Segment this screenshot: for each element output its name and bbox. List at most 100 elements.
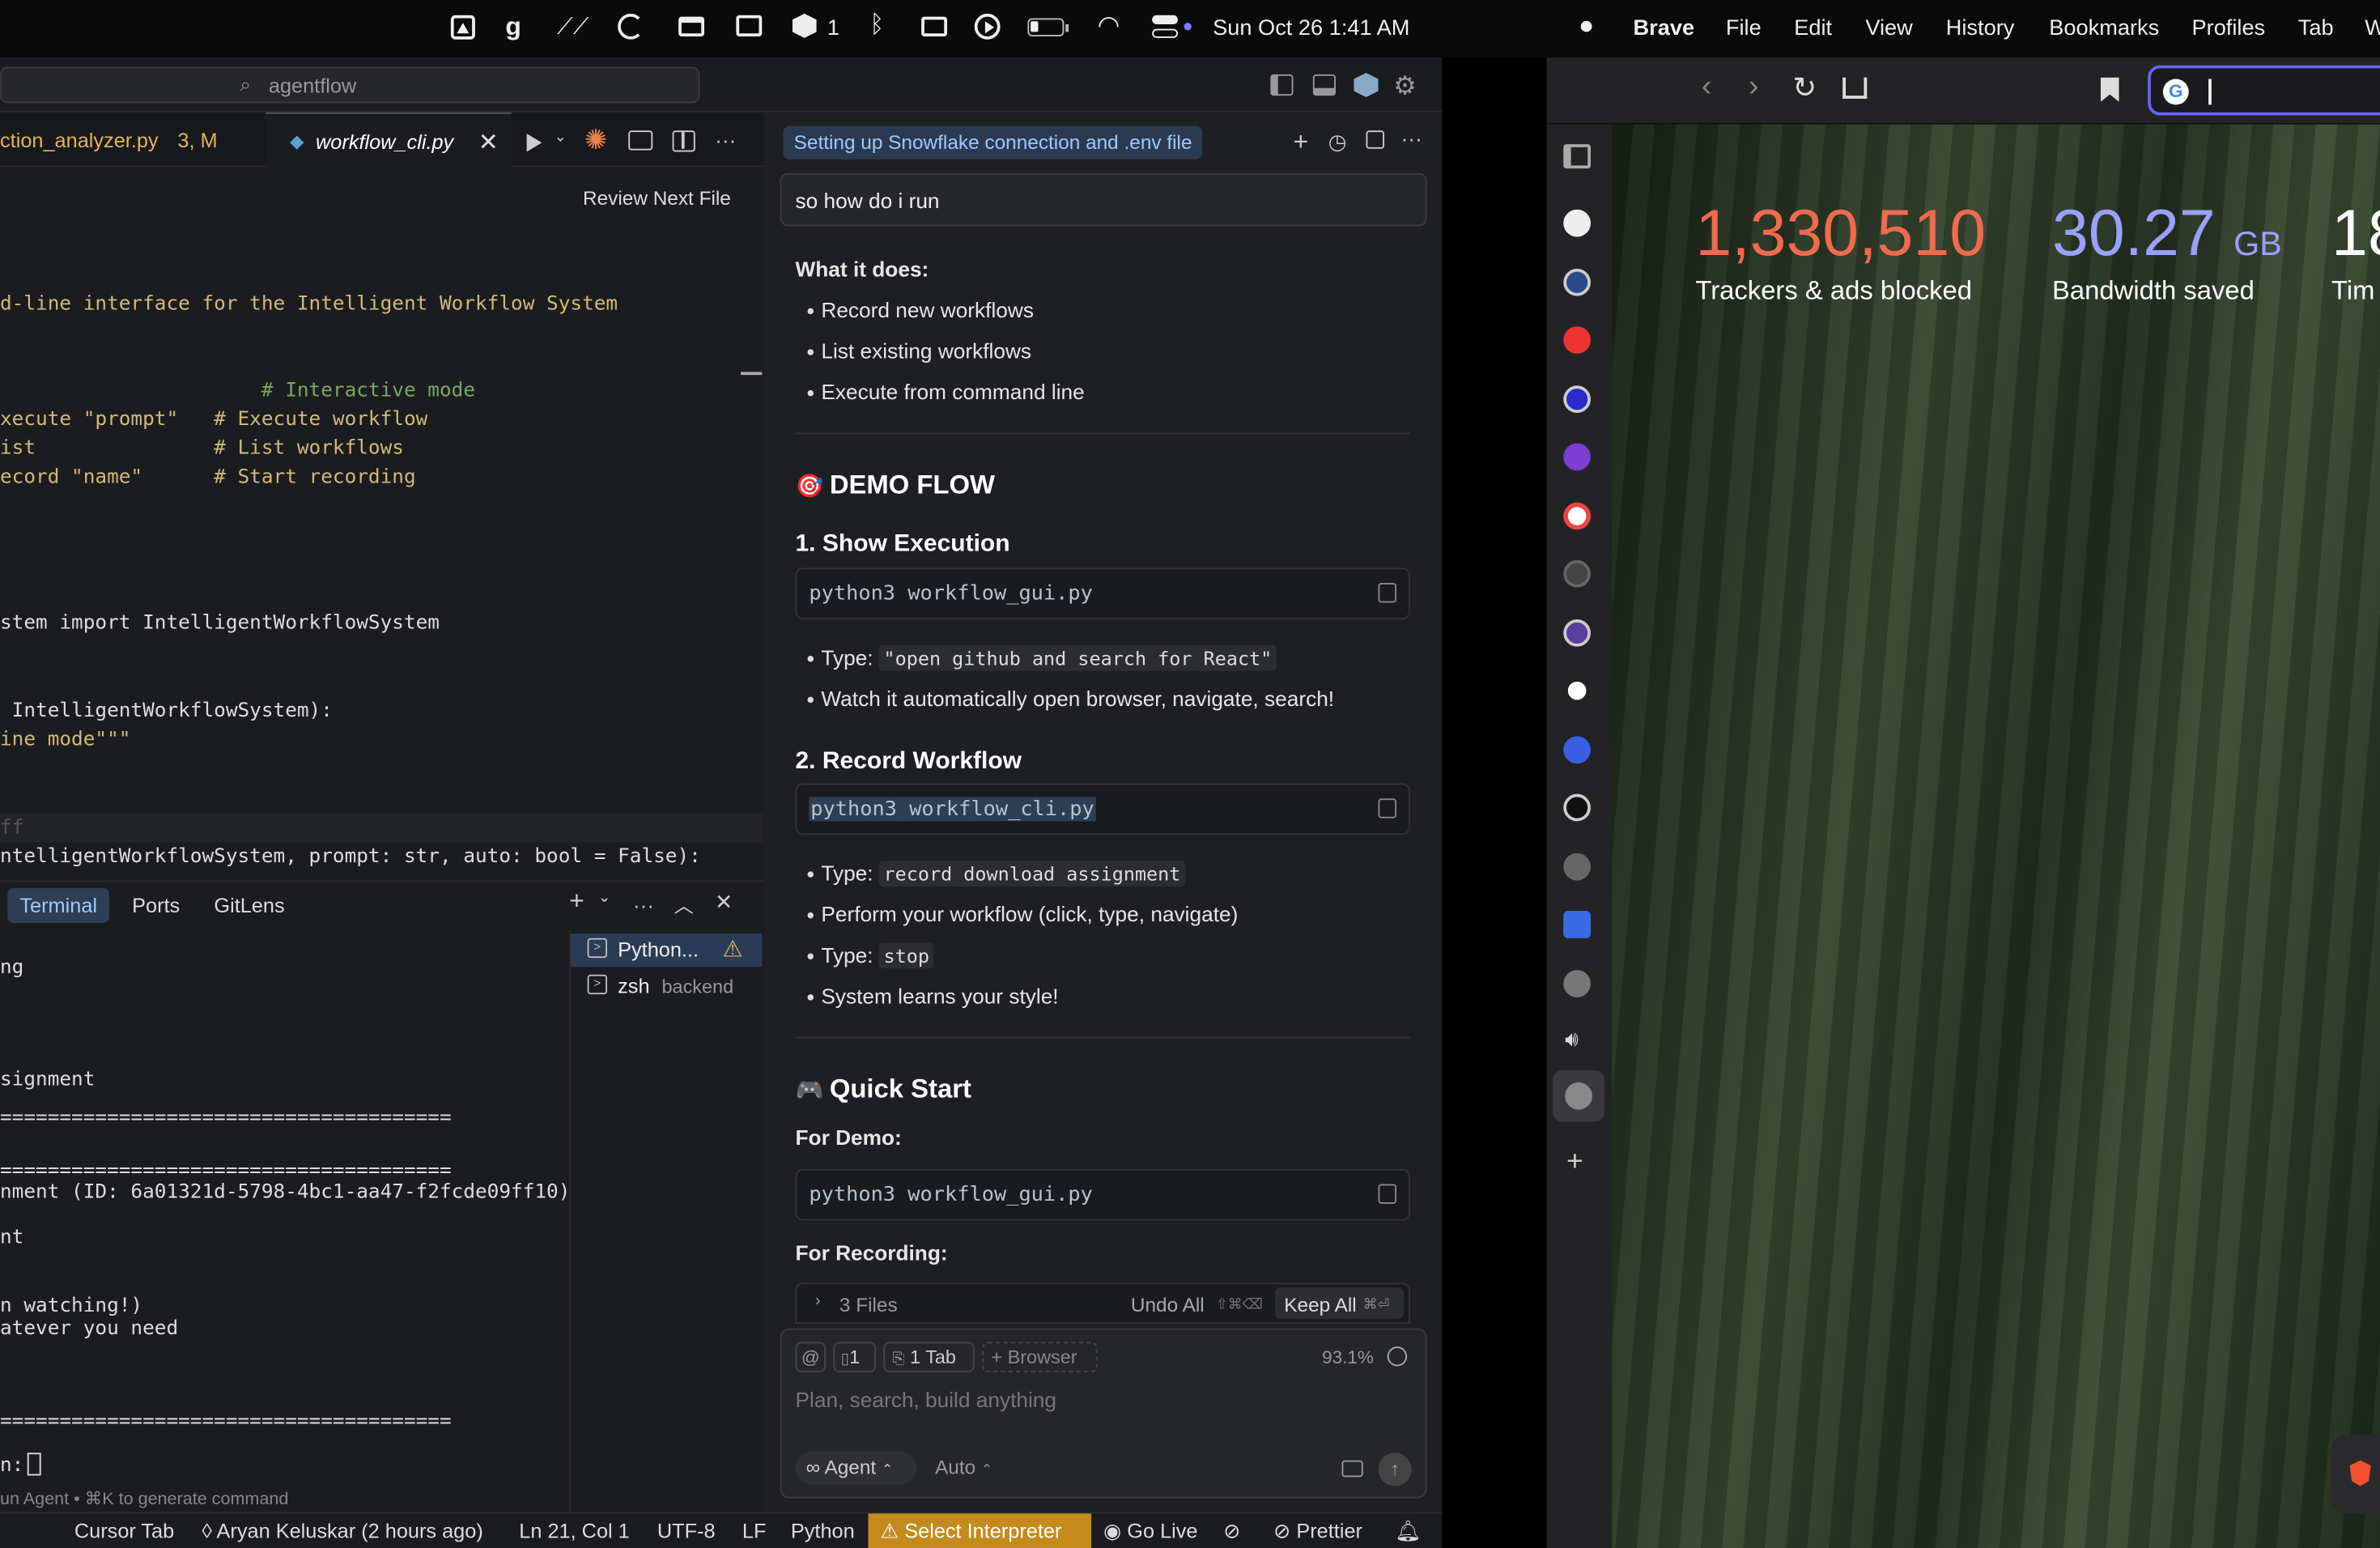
toggle-sidebar-icon[interactable] bbox=[1270, 74, 1294, 96]
send-button[interactable]: ↑ bbox=[1378, 1452, 1412, 1486]
sidebar-item-globe-icon[interactable] bbox=[1563, 853, 1591, 881]
copy-icon[interactable] bbox=[1378, 798, 1396, 819]
run-icon[interactable] bbox=[526, 134, 542, 152]
battery-icon[interactable] bbox=[1027, 18, 1069, 36]
run-dropdown-icon[interactable]: ⌄ bbox=[554, 129, 567, 146]
menu-profiles[interactable]: Profiles bbox=[2192, 17, 2266, 41]
menubar-clock[interactable]: Sun Oct 26 1:41 AM bbox=[1213, 17, 1409, 41]
copy-icon[interactable] bbox=[1378, 583, 1396, 603]
window-icon[interactable] bbox=[678, 16, 704, 36]
eye-slash-icon[interactable]: ⊘ bbox=[1223, 1520, 1240, 1544]
home-icon[interactable] bbox=[1842, 77, 1868, 99]
copy-icon[interactable] bbox=[1378, 1184, 1396, 1204]
code-block[interactable]: python3 workflow_gui.py bbox=[795, 1168, 1410, 1221]
settings-gear-icon[interactable]: ⚙ bbox=[1393, 71, 1417, 102]
sidebar-item-tools-icon[interactable] bbox=[1563, 911, 1591, 938]
status-cursor-tab[interactable]: Cursor Tab bbox=[74, 1520, 174, 1542]
status-position[interactable]: Ln 21, Col 1 bbox=[519, 1520, 630, 1542]
copy-chat-icon[interactable] bbox=[1366, 130, 1384, 149]
history-icon[interactable]: ◷ bbox=[1328, 129, 1347, 155]
sidebar-item-speaker-icon[interactable]: 🔊︎ bbox=[1565, 1027, 1579, 1053]
mode-selector[interactable]: ∞ Agent ⌃ bbox=[795, 1451, 917, 1485]
code-block[interactable]: python3 workflow_gui.py bbox=[795, 568, 1410, 619]
split-editor-icon[interactable] bbox=[672, 130, 695, 152]
menu-bookmarks[interactable]: Bookmarks bbox=[2049, 17, 2159, 41]
print-icon[interactable] bbox=[628, 130, 653, 151]
tab-workflow-cli[interactable]: ◆ workflow_cli.py ✕ bbox=[266, 112, 512, 168]
toggle-panel-icon[interactable] bbox=[1312, 74, 1336, 96]
code-editor[interactable]: d-line interface for the Intelligent Wor… bbox=[0, 225, 764, 893]
sidebar-item-active[interactable] bbox=[1553, 1070, 1604, 1122]
sidebar-item-web-icon[interactable] bbox=[1563, 970, 1591, 997]
box-icon[interactable] bbox=[792, 13, 817, 38]
menu-edit[interactable]: Edit bbox=[1794, 17, 1832, 41]
panel-tab-gitlens[interactable]: GitLens bbox=[214, 894, 284, 916]
sidebar-item-youtube-icon[interactable] bbox=[1563, 326, 1591, 354]
close-panel-icon[interactable]: ✕ bbox=[715, 890, 733, 916]
panel-tab-terminal[interactable]: Terminal bbox=[7, 887, 109, 923]
notifications-bell-icon[interactable]: 🔔︎ bbox=[1395, 1520, 1421, 1544]
chat-more-icon[interactable]: ··· bbox=[1401, 126, 1422, 151]
sidebar-item-bear-icon[interactable] bbox=[1563, 209, 1591, 237]
sidebar-add-icon[interactable]: + bbox=[1566, 1146, 1583, 1180]
expand-chevron-icon[interactable]: › bbox=[815, 1292, 821, 1311]
chat-input-placeholder[interactable]: Plan, search, build anything bbox=[796, 1388, 1057, 1412]
menu-tab[interactable]: Tab bbox=[2298, 17, 2334, 41]
bookmark-icon[interactable] bbox=[2101, 77, 2119, 102]
menu-view[interactable]: View bbox=[1865, 17, 1912, 41]
sidebar-item-d-icon[interactable] bbox=[1563, 268, 1591, 296]
select-interpreter-button[interactable]: ⚠ Select Interpreter bbox=[868, 1513, 1092, 1548]
forward-icon[interactable]: › bbox=[1749, 70, 1759, 104]
sidebar-toggle-icon[interactable] bbox=[1563, 144, 1591, 169]
app-status-icon[interactable] bbox=[450, 15, 475, 40]
more-actions-icon[interactable]: ··· bbox=[715, 128, 736, 152]
mention-icon[interactable]: @ bbox=[795, 1342, 826, 1372]
sidebar-item-blue-icon[interactable] bbox=[1563, 736, 1591, 764]
git-blame-status[interactable]: ◊ Aryan Keluskar (2 hours ago) bbox=[202, 1520, 482, 1542]
sidebar-item-star-icon[interactable] bbox=[1563, 443, 1591, 471]
chat-input-box[interactable]: @ ▯1 ⎘ 1 Tab + Browser 93.1% Plan, searc… bbox=[780, 1328, 1427, 1499]
context-tab-chip[interactable]: ⎘ 1 Tab bbox=[883, 1342, 975, 1372]
bluetooth-icon[interactable]: ᛒ bbox=[869, 12, 884, 40]
review-next-file-button[interactable]: Review Next File bbox=[583, 187, 731, 210]
status-encoding[interactable]: UTF-8 bbox=[657, 1520, 716, 1542]
maximize-panel-icon[interactable]: ︿ bbox=[674, 890, 694, 919]
status-language[interactable]: Python bbox=[791, 1520, 855, 1542]
back-icon[interactable]: ‹ bbox=[1702, 70, 1712, 104]
g-app-icon[interactable]: g bbox=[505, 12, 521, 43]
brave-rewards-button[interactable] bbox=[2331, 1434, 2380, 1514]
add-browser-chip[interactable]: + Browser bbox=[982, 1342, 1098, 1372]
go-live-button[interactable]: ◉ Go Live bbox=[1103, 1520, 1197, 1544]
shortcut-icon[interactable]: ⟋⟋ bbox=[557, 14, 589, 40]
grammarly-icon[interactable] bbox=[618, 13, 644, 40]
menu-brave[interactable]: Brave bbox=[1634, 17, 1695, 41]
sidebar-item-circle-icon[interactable] bbox=[1563, 385, 1591, 413]
context-file-chip[interactable]: ▯1 bbox=[833, 1342, 876, 1372]
panel-more-icon[interactable]: ··· bbox=[633, 893, 654, 917]
sidebar-item-leetcode-icon[interactable] bbox=[1563, 793, 1591, 822]
terminal-output[interactable]: ng signment ============================… bbox=[0, 938, 570, 1546]
reload-icon[interactable]: ↻ bbox=[1792, 71, 1817, 106]
play-icon[interactable] bbox=[974, 13, 1001, 40]
image-attach-icon[interactable] bbox=[1341, 1460, 1363, 1478]
close-tab-icon[interactable]: ✕ bbox=[478, 128, 499, 159]
terminal-dropdown-icon[interactable]: ⌄ bbox=[598, 890, 611, 907]
new-chat-icon[interactable]: + bbox=[1294, 128, 1309, 159]
panel-tab-ports[interactable]: Ports bbox=[132, 894, 180, 916]
new-terminal-icon[interactable]: + bbox=[569, 887, 584, 917]
sidebar-item-gray-icon[interactable] bbox=[1563, 559, 1591, 588]
sidebar-item-google-icon[interactable] bbox=[1563, 502, 1591, 530]
keyboard-icon[interactable] bbox=[921, 16, 947, 36]
model-selector[interactable]: Auto ⌃ bbox=[935, 1456, 992, 1478]
chat-title-chip[interactable]: Setting up Snowflake connection and .env… bbox=[783, 125, 1203, 159]
code-block[interactable]: python3 workflow_cli.py bbox=[795, 783, 1410, 836]
wifi-icon[interactable]: ◠ bbox=[1098, 11, 1120, 41]
undo-all-button[interactable]: Undo All bbox=[1131, 1294, 1205, 1316]
control-center-icon[interactable] bbox=[1152, 15, 1192, 38]
user-message[interactable]: so how do i run bbox=[780, 172, 1427, 227]
prettier-status[interactable]: ⊘ Prettier bbox=[1273, 1520, 1362, 1544]
tab-section-analyzer[interactable]: ction_analyzer.py 3, M bbox=[0, 113, 264, 168]
files-count[interactable]: 3 Files bbox=[839, 1294, 898, 1316]
menu-file[interactable]: File bbox=[1726, 17, 1762, 41]
keep-all-button[interactable]: Keep All ⌘⏎ bbox=[1275, 1287, 1405, 1320]
